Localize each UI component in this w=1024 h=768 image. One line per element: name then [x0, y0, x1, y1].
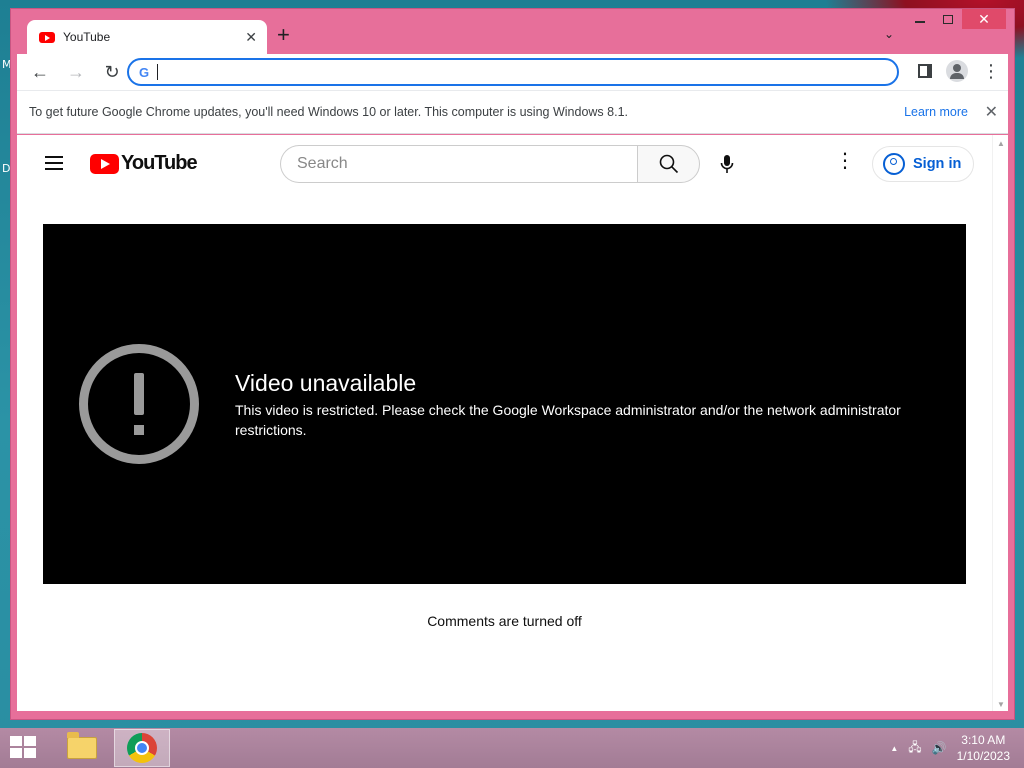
clock-date: 1/10/2023	[956, 749, 1010, 763]
hamburger-menu-icon[interactable]	[45, 156, 63, 174]
tab-close-icon[interactable]: ✕	[245, 29, 257, 46]
microphone-icon	[720, 155, 734, 173]
forward-button[interactable]: →	[61, 62, 91, 83]
start-button[interactable]	[10, 736, 38, 760]
tab-search-chevron-icon[interactable]: ⌄	[884, 27, 894, 41]
volume-icon[interactable]: 🔊	[932, 741, 947, 755]
address-bar[interactable]: G	[127, 58, 899, 86]
search-icon	[659, 154, 678, 174]
scroll-up-icon[interactable]: ▲	[997, 139, 1005, 148]
google-icon: G	[139, 64, 150, 80]
taskbar-chrome[interactable]	[114, 729, 170, 767]
window-controls: ✕	[906, 9, 1006, 33]
page-content: YouTube Search ⋮ Sign in Video unavailab…	[17, 135, 1008, 711]
learn-more-link[interactable]: Learn more	[904, 105, 968, 119]
maximize-button[interactable]	[934, 9, 962, 29]
text-caret	[157, 64, 159, 80]
profile-avatar-icon[interactable]	[946, 60, 968, 82]
system-tray: ▲ 🖧 🔊 3:10 AM 1/10/2023	[890, 728, 1024, 768]
side-panel-icon[interactable]	[918, 64, 932, 78]
infobar-message: To get future Google Chrome updates, you…	[29, 105, 628, 119]
error-message: This video is restricted. Please check t…	[235, 402, 901, 438]
reload-button[interactable]: ↻	[97, 62, 127, 83]
youtube-logo-text: YouTube	[121, 152, 198, 174]
exclamation-circle-icon	[79, 344, 199, 464]
youtube-logo[interactable]: YouTube	[90, 152, 198, 175]
clock-time: 3:10 AM	[961, 733, 1006, 747]
show-hidden-icons-chevron-icon[interactable]: ▲	[890, 744, 898, 753]
account-circle-icon	[883, 153, 905, 175]
search-input[interactable]: Search	[280, 145, 637, 183]
sign-in-label: Sign in	[913, 156, 962, 172]
youtube-favicon-icon	[39, 31, 55, 43]
youtube-play-icon	[90, 153, 119, 174]
minimize-icon	[915, 21, 925, 23]
folder-icon	[67, 732, 97, 759]
voice-search-button[interactable]	[710, 147, 744, 181]
scroll-down-icon[interactable]: ▼	[997, 700, 1005, 709]
system-clock[interactable]: 3:10 AM 1/10/2023	[957, 732, 1010, 764]
page-scrollbar[interactable]: ▲ ▼	[992, 135, 1008, 711]
toolbar-right-group: ⋮	[918, 60, 1000, 82]
taskbar: ▲ 🖧 🔊 3:10 AM 1/10/2023	[0, 728, 1024, 768]
infobar-close-icon[interactable]: ✕	[985, 102, 998, 122]
browser-window: ✕ YouTube ✕ + ⌄ ← → ↻ G ⋮ To get future …	[10, 8, 1015, 720]
chrome-menu-icon[interactable]: ⋮	[982, 62, 1000, 80]
tab-title: YouTube	[63, 30, 111, 44]
video-player[interactable]: Video unavailable This video is restrict…	[43, 224, 966, 584]
maximize-icon	[943, 14, 953, 24]
minimize-button[interactable]	[906, 9, 934, 29]
more-options-icon[interactable]: ⋮	[835, 151, 855, 171]
sign-in-button[interactable]: Sign in	[872, 146, 974, 182]
error-title: Video unavailable	[235, 370, 417, 396]
windows-logo-icon	[10, 736, 22, 746]
new-tab-button[interactable]: +	[277, 23, 290, 47]
update-infobar: To get future Google Chrome updates, you…	[17, 90, 1008, 134]
browser-toolbar: ← → ↻ G ⋮	[17, 54, 1008, 90]
taskbar-file-explorer[interactable]	[54, 729, 110, 767]
network-icon[interactable]: 🖧	[908, 738, 921, 759]
close-window-button[interactable]: ✕	[962, 9, 1006, 29]
chrome-icon	[127, 733, 157, 763]
tab-youtube[interactable]: YouTube ✕	[27, 20, 267, 54]
back-button[interactable]: ←	[25, 62, 55, 83]
search-button[interactable]	[637, 145, 700, 183]
youtube-header: YouTube Search ⋮ Sign in	[17, 135, 992, 191]
comments-status: Comments are turned off	[427, 613, 582, 629]
